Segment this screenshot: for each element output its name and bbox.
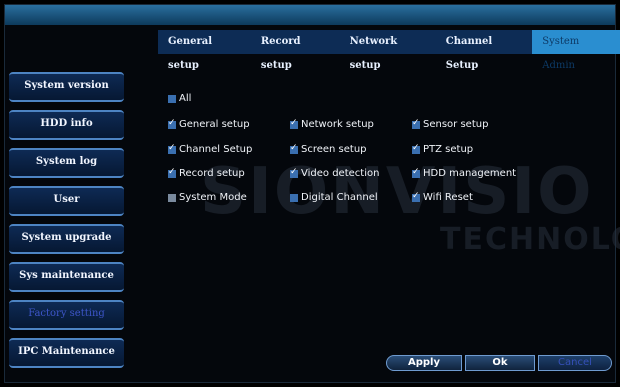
checkbox-label: System Mode: [179, 192, 247, 203]
action-buttons: Apply Ok Cancel: [386, 355, 612, 371]
checked-icon[interactable]: [290, 118, 298, 129]
tab-general-setup[interactable]: General setup: [158, 30, 251, 71]
checkbox-sensor-setup[interactable]: Sensor setup: [412, 118, 489, 130]
checkbox-general-setup[interactable]: General setup: [168, 118, 250, 130]
checkbox-label: PTZ setup: [423, 144, 474, 155]
checked-icon[interactable]: [412, 191, 420, 202]
checked-icon[interactable]: [290, 143, 298, 154]
checkbox-screen-setup[interactable]: Screen setup: [290, 143, 367, 155]
checked-icon[interactable]: [412, 143, 420, 154]
checkbox-label: Record setup: [179, 168, 245, 179]
checkbox-network-setup[interactable]: Network setup: [290, 118, 374, 130]
checkbox-all[interactable]: All: [168, 93, 191, 104]
checkbox-label: Channel Setup: [179, 144, 253, 155]
sidebar-item-user[interactable]: User: [9, 186, 124, 216]
sidebar-item-ipc-maintenance[interactable]: IPC Maintenance: [9, 338, 124, 368]
watermark-logo-sub: TECHNOLO: [440, 222, 620, 257]
unchecked-box[interactable]: [168, 193, 176, 202]
checkbox-label: Digital Channel: [301, 192, 378, 203]
unchecked-box[interactable]: [290, 193, 298, 202]
checkbox-record-setup[interactable]: Record setup: [168, 167, 245, 179]
checkbox-channel-setup[interactable]: Channel Setup: [168, 143, 253, 155]
watermark-logo: SIONVISIO: [200, 155, 594, 229]
checkbox-all-label: All: [179, 93, 192, 104]
sidebar-item-system-log[interactable]: System log: [9, 148, 124, 178]
checked-icon[interactable]: [412, 167, 420, 178]
checkbox-label: Wifi Reset: [423, 192, 473, 203]
title-bar: [5, 5, 615, 25]
checkbox-label: Screen setup: [301, 144, 367, 155]
tab-channel-setup[interactable]: Channel Setup: [436, 30, 532, 71]
checkbox-label: HDD management: [423, 168, 517, 179]
checkbox-wifi-reset[interactable]: Wifi Reset: [412, 191, 473, 203]
apply-button[interactable]: Apply: [386, 355, 462, 371]
sidebar-item-system-upgrade[interactable]: System upgrade: [9, 224, 124, 254]
checked-icon[interactable]: [168, 118, 176, 129]
checked-icon[interactable]: [168, 143, 176, 154]
sidebar-item-sys-maintenance[interactable]: Sys maintenance: [9, 262, 124, 292]
checked-icon[interactable]: [412, 118, 420, 129]
checkbox-label: General setup: [179, 119, 250, 130]
sidebar-item-hdd-info[interactable]: HDD info: [9, 110, 124, 140]
checkbox-digital-channel[interactable]: Digital Channel: [290, 192, 378, 203]
checkbox-ptz-setup[interactable]: PTZ setup: [412, 143, 474, 155]
tab-bar: General setup Record setup Network setup…: [158, 30, 620, 71]
checkbox-video-detection[interactable]: Video detection: [290, 167, 380, 179]
checkbox-all-box[interactable]: [168, 94, 176, 103]
checkbox-hdd-management[interactable]: HDD management: [412, 167, 517, 179]
ok-button[interactable]: Ok: [465, 355, 535, 371]
checked-icon[interactable]: [168, 167, 176, 178]
checkbox-system-mode[interactable]: System Mode: [168, 192, 247, 203]
tab-system-admin[interactable]: System Admin: [532, 30, 620, 71]
checkbox-label: Video detection: [301, 168, 380, 179]
sidebar: System version HDD info System log User …: [9, 72, 124, 376]
tab-record-setup[interactable]: Record setup: [251, 30, 340, 71]
sidebar-item-system-version[interactable]: System version: [9, 72, 124, 102]
cancel-button[interactable]: Cancel: [538, 355, 612, 371]
checked-icon[interactable]: [290, 167, 298, 178]
checkbox-label: Sensor setup: [423, 119, 489, 130]
checkbox-label: Network setup: [301, 119, 374, 130]
tab-network-setup[interactable]: Network setup: [340, 30, 436, 71]
sidebar-item-factory-setting[interactable]: Factory setting: [9, 300, 124, 330]
